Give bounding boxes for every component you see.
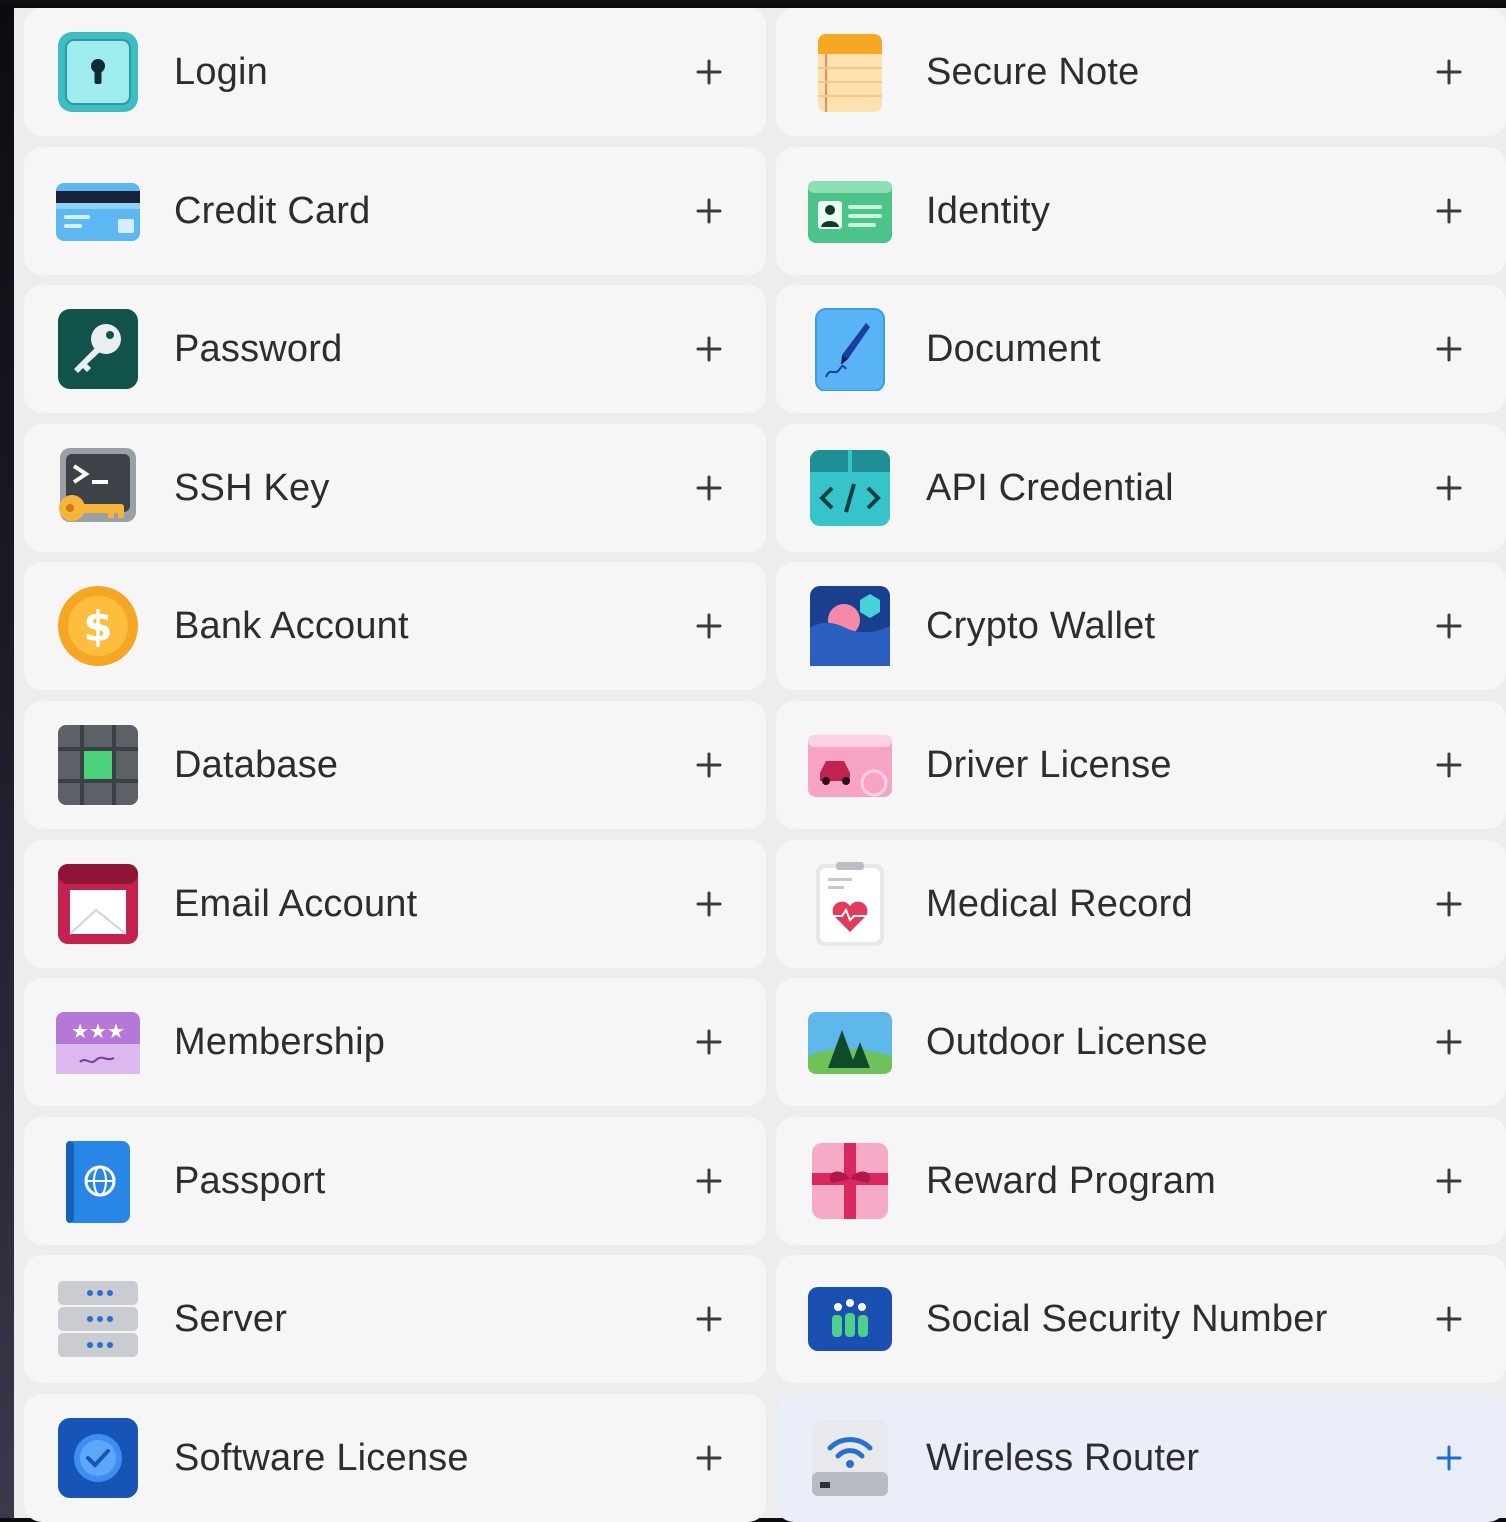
add-icon[interactable]: [690, 192, 728, 230]
outdoor-license-icon: [808, 1000, 892, 1084]
item-type-login[interactable]: Login: [24, 8, 766, 136]
item-type-wireless-router[interactable]: Wireless Router: [776, 1393, 1506, 1522]
item-type-passport[interactable]: Passport: [24, 1116, 766, 1245]
membership-icon: ★★★: [56, 1000, 140, 1084]
item-type-identity[interactable]: Identity: [776, 146, 1506, 275]
driver-license-icon: [808, 723, 892, 807]
item-type-reward-program[interactable]: Reward Program: [776, 1116, 1506, 1245]
email-account-icon: [56, 862, 140, 946]
item-type-label: SSH Key: [174, 466, 330, 509]
item-type-label: Identity: [926, 189, 1051, 232]
item-type-document[interactable]: Document: [776, 285, 1506, 414]
add-icon[interactable]: [690, 469, 728, 507]
software-license-icon: [56, 1416, 140, 1500]
database-icon: [56, 723, 140, 807]
medical-record-icon: [808, 861, 892, 946]
item-type-label: Server: [174, 1298, 288, 1341]
item-type-database[interactable]: Database: [24, 700, 766, 829]
login-icon: [56, 30, 140, 114]
add-icon[interactable]: [690, 1439, 728, 1477]
add-icon[interactable]: [1430, 607, 1468, 645]
add-icon[interactable]: [1430, 1439, 1468, 1477]
password-key-icon: [56, 307, 140, 391]
add-icon[interactable]: [690, 746, 728, 784]
item-type-label: Membership: [174, 1021, 386, 1064]
reward-program-icon: [808, 1139, 892, 1223]
item-type-label: Reward Program: [926, 1159, 1217, 1202]
item-type-email-account[interactable]: Email Account: [24, 839, 766, 968]
item-type-label: Email Account: [174, 882, 418, 925]
add-icon[interactable]: [690, 330, 728, 368]
item-type-label: Bank Account: [174, 605, 409, 648]
identity-icon: [808, 169, 892, 253]
item-type-outdoor-license[interactable]: Outdoor License: [776, 978, 1506, 1107]
item-type-label: Database: [174, 743, 339, 786]
item-type-label: Password: [174, 328, 343, 371]
item-type-label: Social Security Number: [926, 1298, 1328, 1341]
passport-icon: [56, 1139, 140, 1223]
server-icon: [56, 1277, 140, 1361]
document-icon: [808, 307, 892, 392]
add-icon[interactable]: [1430, 192, 1468, 230]
item-type-ssh-key[interactable]: SSH Key: [24, 423, 766, 552]
add-icon[interactable]: [1430, 330, 1468, 368]
item-type-grid: Login Secure Note Credit Card Identity P…: [24, 8, 1506, 1522]
api-credential-icon: [808, 446, 892, 530]
add-icon[interactable]: [690, 53, 728, 91]
new-item-type-panel: Login Secure Note Credit Card Identity P…: [14, 8, 1506, 1522]
item-type-server[interactable]: Server: [24, 1255, 766, 1384]
add-icon[interactable]: [690, 607, 728, 645]
item-type-secure-note[interactable]: Secure Note: [776, 8, 1506, 136]
item-type-label: Document: [926, 328, 1101, 371]
bank-account-icon: $: [56, 584, 140, 668]
item-type-credit-card[interactable]: Credit Card: [24, 146, 766, 275]
item-type-label: Credit Card: [174, 189, 371, 232]
add-icon[interactable]: [690, 885, 728, 923]
item-type-software-license[interactable]: Software License: [24, 1393, 766, 1522]
secure-note-icon: [808, 30, 892, 114]
svg-text:★★★: ★★★: [71, 1019, 125, 1043]
item-type-label: Medical Record: [926, 882, 1193, 925]
add-icon[interactable]: [690, 1162, 728, 1200]
add-icon[interactable]: [1430, 1300, 1468, 1338]
item-type-label: Passport: [174, 1159, 326, 1202]
item-type-bank-account[interactable]: $ Bank Account: [24, 562, 766, 691]
add-icon[interactable]: [690, 1300, 728, 1338]
item-type-medical-record[interactable]: Medical Record: [776, 839, 1506, 968]
item-type-crypto-wallet[interactable]: Crypto Wallet: [776, 562, 1506, 691]
item-type-label: API Credential: [926, 466, 1174, 509]
add-icon[interactable]: [1430, 469, 1468, 507]
crypto-wallet-icon: [808, 584, 892, 668]
wireless-router-icon: [808, 1416, 892, 1500]
item-type-label: Outdoor License: [926, 1021, 1208, 1064]
item-type-label: Crypto Wallet: [926, 605, 1156, 648]
item-type-social-security-number[interactable]: Social Security Number: [776, 1255, 1506, 1384]
add-icon[interactable]: [1430, 885, 1468, 923]
item-type-label: Secure Note: [926, 51, 1140, 93]
item-type-membership[interactable]: ★★★ Membership: [24, 978, 766, 1107]
add-icon[interactable]: [1430, 1023, 1468, 1061]
item-type-label: Wireless Router: [926, 1436, 1200, 1479]
ssh-key-icon: [56, 446, 140, 530]
add-icon[interactable]: [690, 1023, 728, 1061]
svg-text:$: $: [83, 602, 112, 651]
item-type-password[interactable]: Password: [24, 285, 766, 414]
item-type-label: Software License: [174, 1436, 469, 1479]
item-type-driver-license[interactable]: Driver License: [776, 700, 1506, 829]
item-type-label: Login: [174, 51, 268, 93]
social-security-number-icon: [808, 1277, 892, 1361]
add-icon[interactable]: [1430, 53, 1468, 91]
item-type-api-credential[interactable]: API Credential: [776, 423, 1506, 552]
add-icon[interactable]: [1430, 1162, 1468, 1200]
item-type-label: Driver License: [926, 743, 1172, 786]
add-icon[interactable]: [1430, 746, 1468, 784]
credit-card-icon: [56, 169, 140, 253]
